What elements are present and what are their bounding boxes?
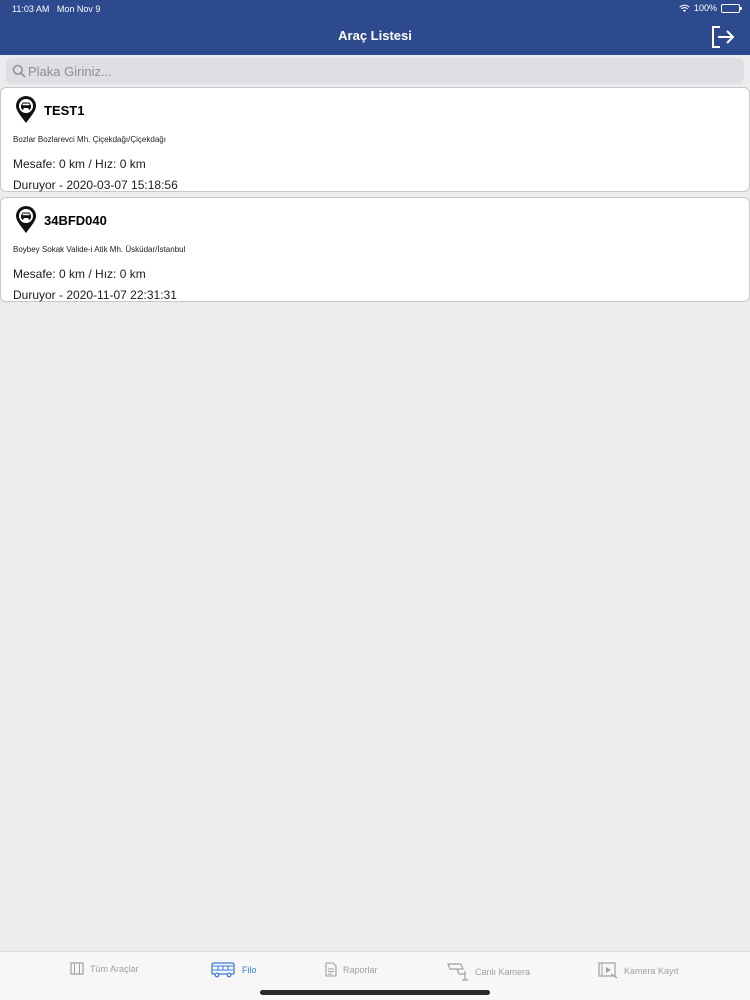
status-right: 100% [679,3,742,13]
status-time-date: 11:03 AM Mon Nov 9 [12,4,100,14]
battery-percent: 100% [693,3,717,13]
tab-fleet[interactable]: Filo [210,962,257,978]
vehicle-plate: 34BFD040 [44,213,107,228]
tab-label: Raporlar [343,964,378,975]
video-record-icon [598,962,618,979]
search-bar [6,58,744,84]
wifi-icon [679,4,690,12]
car-pin-icon [16,206,36,233]
vehicle-address: Boybey Sokak Valide-i Atik Mh. Üsküdar/İ… [13,245,186,254]
vehicle-plate: TEST1 [44,103,85,118]
vehicle-card[interactable]: TEST1 Bozlar Bozlarevci Mh. Çiçekdağı/Çi… [0,87,750,192]
security-camera-icon [447,963,468,981]
tab-live-camera[interactable]: Canlı Kamera [447,962,530,982]
bus-icon [211,962,235,978]
vehicle-list: TEST1 Bozlar Bozlarevci Mh. Çiçekdağı/Çi… [0,87,750,307]
tab-label: Filo [242,965,257,975]
tab-label: Tüm Araçlar [90,963,139,974]
navigation-bar: Araç Listesi [0,17,750,55]
tab-camera-record[interactable]: Kamera Kayıt [598,962,679,979]
vehicle-metrics: Mesafe: 0 km / Hız: 0 km [13,267,146,281]
tab-all-vehicles[interactable]: Tüm Araçlar [70,962,139,975]
home-indicator[interactable] [260,990,490,995]
page-title: Araç Listesi [338,28,412,43]
vehicle-status: Duruyor - 2020-11-07 22:31:31 [13,288,177,302]
vehicle-metrics: Mesafe: 0 km / Hız: 0 km [13,157,146,171]
vehicle-card[interactable]: 34BFD040 Boybey Sokak Valide-i Atik Mh. … [0,197,750,302]
tab-label: Kamera Kayıt [624,965,679,976]
search-input[interactable] [28,58,728,84]
document-icon [325,962,337,977]
status-time: 11:03 AM [12,4,50,14]
logout-icon[interactable] [710,24,736,50]
status-bar: 11:03 AM Mon Nov 9 100% [0,0,750,17]
car-pin-icon [16,96,36,123]
status-date: Mon Nov 9 [56,4,101,14]
all-vehicles-icon [70,962,84,975]
vehicle-address: Bozlar Bozlarevci Mh. Çiçekdağı/Çiçekdağ… [13,135,166,144]
vehicle-status: Duruyor - 2020-03-07 15:18:56 [13,178,178,192]
search-icon [12,64,26,78]
tab-reports[interactable]: Raporlar [325,962,378,977]
tab-label: Canlı Kamera [475,967,531,977]
battery-icon [721,3,742,13]
